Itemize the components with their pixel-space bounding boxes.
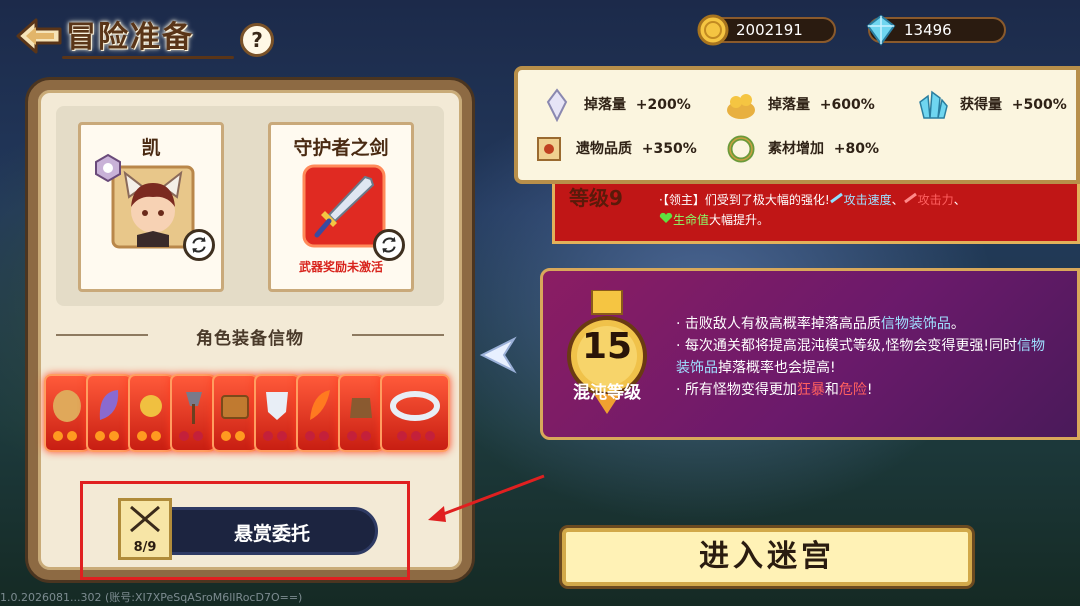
coin-stack-icon [137, 395, 162, 441]
flame-feather-icon [305, 390, 330, 441]
fox-eared-boy-portrait [111, 165, 195, 249]
bonus-panel: 掉落量 +200% 掉落量 +600% 获得量 +500% 遗物品质 +350%… [514, 66, 1080, 184]
help-button[interactable]: ? [240, 23, 274, 57]
wreath-icon [727, 135, 755, 163]
relic-slot[interactable] [128, 374, 174, 452]
bonus-label: 掉落量 [768, 97, 810, 113]
scroll-icon [537, 137, 561, 161]
heart-icon [659, 212, 673, 223]
axe-icon [179, 392, 203, 441]
relic-slot[interactable] [86, 374, 132, 452]
relic-slot[interactable] [254, 374, 300, 452]
relic-slot[interactable] [338, 374, 384, 452]
gold-coin-icon [697, 14, 729, 46]
weapon-name: 守护者之剑 [293, 137, 389, 159]
feather-icon [95, 390, 119, 441]
back-arrow-icon[interactable] [14, 16, 64, 56]
bonus-item: 素材增加 +80% [724, 132, 879, 166]
gold-counter: 2002191 [697, 14, 836, 46]
blue-gem-icon [866, 14, 896, 46]
divider [56, 334, 148, 336]
section-title: 角色装备信物 [196, 329, 304, 349]
bonus-value: +600% [819, 97, 875, 113]
version-footer: 1.0.2026081...302 (账号:XI7XPeSqASroM6lIRo… [0, 591, 303, 604]
gem-cluster-icon [919, 90, 948, 119]
level-description: ·【领主】们受到了极大幅的强化! 攻击速度、 攻击力、生命值大幅提升。 [659, 192, 966, 227]
divider [352, 334, 444, 336]
chest-icon [221, 395, 249, 441]
class-badge-icon [95, 153, 121, 183]
attack-speed-icon [829, 192, 843, 204]
bonus-item: 获得量 +500% [916, 88, 1067, 122]
bonus-value: +500% [1011, 97, 1067, 113]
chaos-line: · 每次通关都将提高混沌模式等级,怪物会变得更强!同时信物装饰品掉落概率也会提高… [676, 338, 1045, 376]
crystal-icon [546, 88, 568, 122]
level-title: 等级9 [569, 186, 623, 210]
bonus-value: +80% [833, 141, 879, 157]
shield-icon [263, 392, 288, 441]
gem-amount: 13496 [904, 21, 952, 39]
gold-pile-icon [727, 94, 755, 119]
swap-character-icon[interactable] [183, 229, 215, 261]
nav-arrow-icon [479, 336, 517, 374]
chaos-description: · 击败敌人有极高概率掉落高品质信物装饰品。 · 每次通关都将提高混沌模式等级,… [676, 313, 1056, 401]
swap-weapon-icon[interactable] [373, 229, 405, 261]
relic-slot[interactable] [296, 374, 342, 452]
bonus-item: 掉落量 +200% [540, 88, 691, 122]
weapon-reward-warning: 武器奖励未激活 [298, 260, 383, 274]
weapon-card[interactable]: 守护者之剑 武器奖励未激活 [268, 122, 414, 292]
bonus-item: 掉落量 +600% [724, 88, 875, 122]
title-underline [62, 56, 234, 59]
chaos-level-label: 混沌等级 [573, 383, 641, 403]
chaos-line: · 击败敌人有极高概率掉落高品质信物装饰品。 [676, 316, 965, 332]
bonus-label: 遗物品质 [576, 141, 632, 157]
gold-amount: 2002191 [736, 21, 803, 39]
sack-icon [53, 390, 81, 441]
relic-slot[interactable] [44, 374, 90, 452]
enter-maze-button[interactable]: 进入迷宫 [562, 528, 972, 586]
relic-slot[interactable] [170, 374, 216, 452]
pointer-arrow [428, 474, 545, 522]
bonus-item: 遗物品质 +350% [532, 132, 697, 166]
gem-counter: 13496 [866, 14, 1006, 46]
relic-slot[interactable] [212, 374, 258, 452]
level-banner: 等级9 ·【领主】们受到了极大幅的强化! 攻击速度、 攻击力、生命值大幅提升。 [552, 184, 1080, 244]
page-title: 冒险准备 [66, 20, 194, 55]
bag-icon [347, 398, 372, 441]
chaos-level-number: 15 [581, 326, 633, 367]
chaos-line: · 所有怪物变得更加狂暴和危险! [676, 382, 873, 398]
bonus-value: +350% [641, 141, 697, 157]
chaos-level-emblem: 15 混沌等级 [552, 290, 662, 414]
character-card[interactable]: 凯 [78, 122, 224, 292]
highlight-box [80, 481, 410, 580]
bonus-label: 掉落量 [584, 97, 626, 113]
bonus-label: 获得量 [960, 97, 1002, 113]
ring-icon [390, 391, 440, 441]
attack-power-icon [903, 192, 917, 204]
bonus-label: 素材增加 [768, 141, 824, 157]
bonus-value: +200% [635, 97, 691, 113]
relic-slot[interactable] [380, 374, 450, 452]
